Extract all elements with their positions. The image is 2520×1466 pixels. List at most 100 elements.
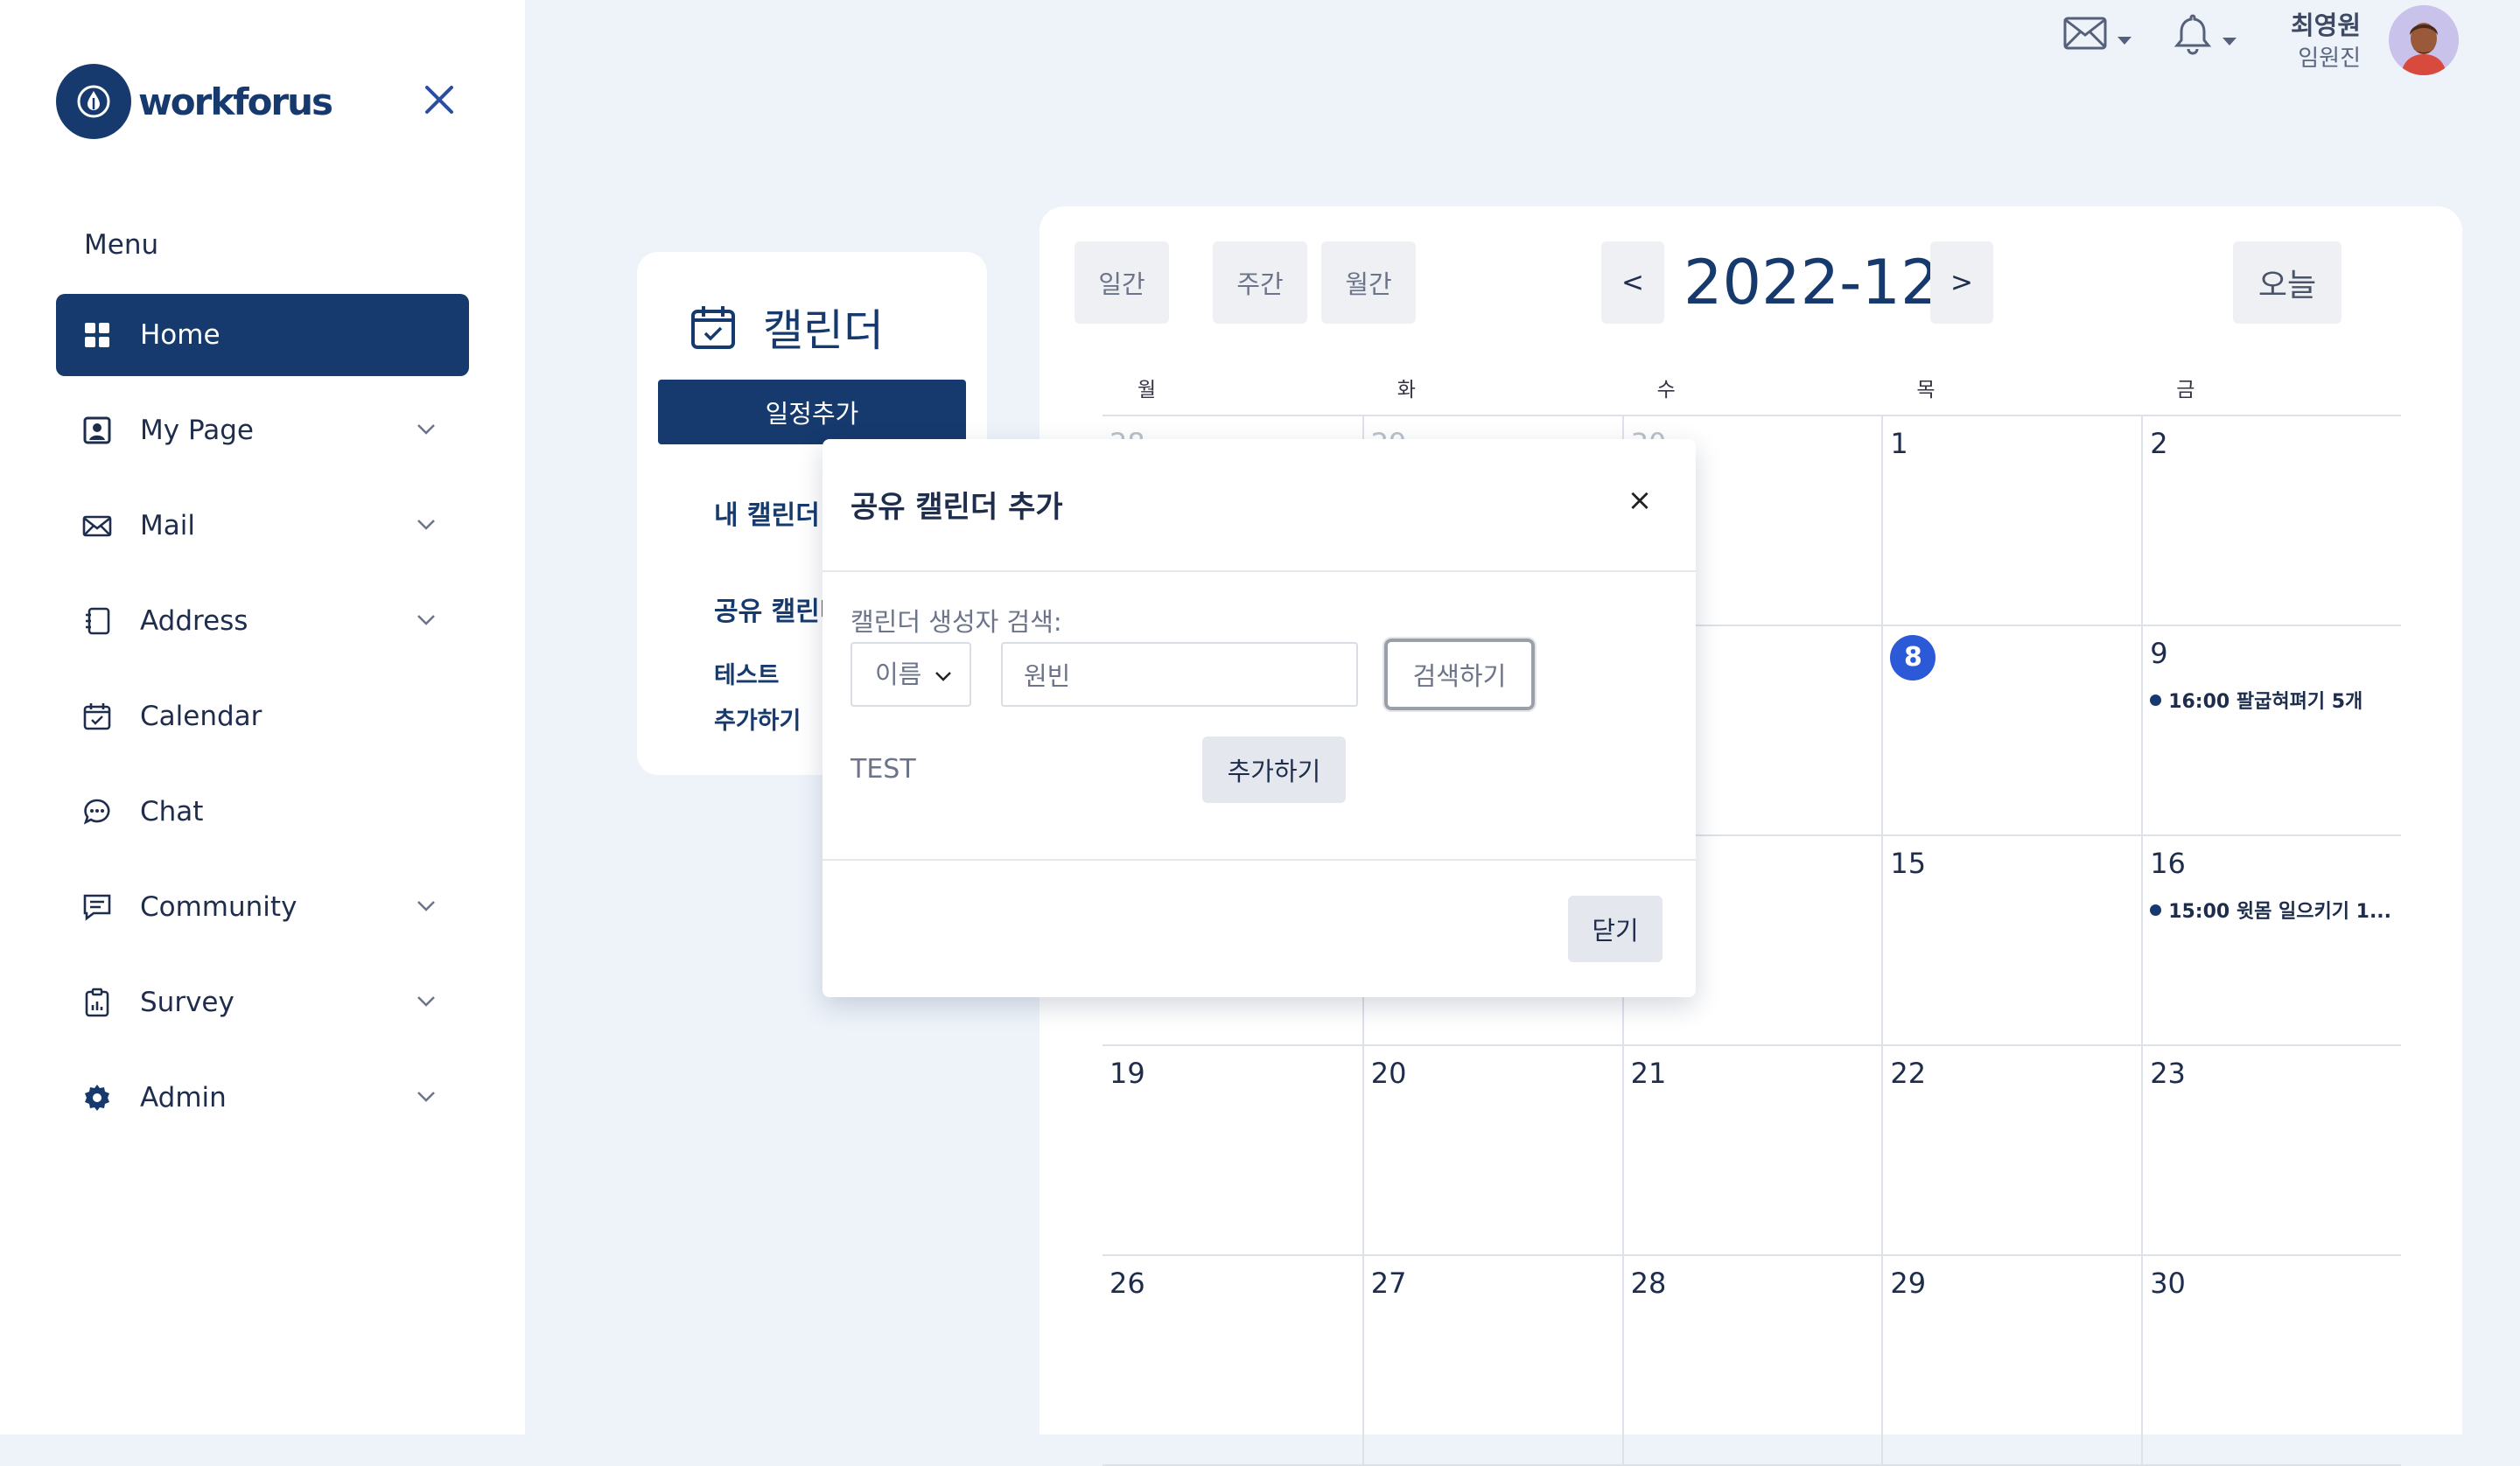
mail-icon bbox=[2063, 17, 2107, 50]
add-shared-calendar-modal: 공유 캘린더 추가 × 캘린더 생성자 검색: 이름 검색하기 TEST 추가하… bbox=[822, 439, 1696, 997]
day-number: 8 bbox=[1890, 635, 1936, 681]
divider bbox=[822, 570, 1696, 572]
chevron-down-icon bbox=[415, 1085, 438, 1107]
calendar-week: 26 27 28 29 30 bbox=[1102, 1256, 2401, 1466]
sidebar-item-community[interactable]: Community bbox=[56, 866, 469, 948]
day-number: 26 bbox=[1110, 1267, 1145, 1300]
calendar-day[interactable]: 1 bbox=[1881, 416, 2141, 625]
sidebar-item-home[interactable]: Home bbox=[56, 294, 469, 376]
sidebar-item-label: Mail bbox=[140, 510, 195, 541]
calendar-day[interactable]: 30 bbox=[2141, 1256, 2401, 1464]
calendar-day[interactable]: 8 bbox=[1881, 626, 2141, 834]
sidebar-item-mail[interactable]: Mail bbox=[56, 485, 469, 567]
sidebar-nav: Home My Page Mail Address Calendar Chat … bbox=[56, 294, 469, 1152]
divider bbox=[822, 859, 1696, 861]
calendar-day[interactable]: 28 bbox=[1621, 1256, 1882, 1464]
shared-calendar-item[interactable]: 테스트 bbox=[714, 656, 780, 690]
calendar-day[interactable]: 21 bbox=[1621, 1046, 1882, 1254]
logo[interactable]: workforus bbox=[56, 64, 333, 139]
search-result-name: TEST bbox=[850, 754, 916, 785]
sidebar-item-label: Calendar bbox=[140, 701, 262, 732]
profile-icon bbox=[82, 415, 112, 445]
next-month-button[interactable]: > bbox=[1930, 241, 1993, 324]
calendar-day[interactable]: 26 bbox=[1102, 1256, 1362, 1464]
calendar-day[interactable]: 9 16:00 팔굽혀펴기 5개 bbox=[2141, 626, 2401, 834]
prev-month-button[interactable]: < bbox=[1601, 241, 1664, 324]
sidebar-item-label: Community bbox=[140, 891, 298, 923]
add-event-button[interactable]: 일정추가 bbox=[658, 380, 966, 444]
sidebar-item-label: Survey bbox=[140, 987, 234, 1018]
calendar-panel-title: 캘린더 bbox=[763, 305, 884, 356]
chevron-down-icon bbox=[415, 417, 438, 440]
view-week-button[interactable]: 주간 bbox=[1213, 241, 1307, 324]
sidebar-item-label: Address bbox=[140, 605, 248, 637]
bell-icon bbox=[2174, 14, 2212, 55]
calendar-day[interactable]: 22 bbox=[1881, 1046, 2141, 1254]
day-number: 21 bbox=[1630, 1057, 1667, 1090]
event-text: 16:00 팔굽혀펴기 5개 bbox=[2168, 691, 2363, 713]
view-month-button[interactable]: 월간 bbox=[1321, 241, 1416, 324]
calendar-day[interactable]: 27 bbox=[1362, 1256, 1622, 1464]
sidebar-item-chat[interactable]: Chat bbox=[56, 771, 469, 853]
view-day-button[interactable]: 일간 bbox=[1074, 241, 1169, 324]
calendar-event[interactable]: 15:00 윗몸 일으키기 1... bbox=[2150, 896, 2401, 924]
chat-icon bbox=[82, 797, 112, 827]
my-calendar-heading[interactable]: 내 캘린더 bbox=[714, 493, 820, 532]
user-name: 최영원 bbox=[2290, 10, 2361, 40]
sidebar-item-label: Home bbox=[140, 319, 220, 351]
search-input[interactable] bbox=[1001, 642, 1358, 707]
day-number: 27 bbox=[1370, 1267, 1407, 1300]
add-shared-calendar-link[interactable]: 추가하기 bbox=[714, 702, 801, 736]
shared-calendar-heading[interactable]: 공유 캘린더 bbox=[714, 590, 835, 628]
sidebar-item-admin[interactable]: Admin bbox=[56, 1057, 469, 1139]
event-dot-icon bbox=[2150, 904, 2162, 916]
modal-close-button[interactable]: 닫기 bbox=[1568, 896, 1662, 962]
calendar-week: 19 20 21 22 23 bbox=[1102, 1046, 2401, 1256]
weekday-label: 목 bbox=[1916, 379, 1936, 401]
sidebar-item-survey[interactable]: Survey bbox=[56, 961, 469, 1044]
user-role: 임원진 bbox=[2298, 45, 2361, 72]
day-number: 16 bbox=[2150, 847, 2186, 880]
month-title: 2022-12 bbox=[1684, 247, 1940, 318]
sidebar-item-label: Chat bbox=[140, 796, 204, 827]
today-button[interactable]: 오늘 bbox=[2233, 241, 2342, 324]
modal-title: 공유 캘린더 추가 bbox=[850, 490, 1063, 525]
calendar-day[interactable]: 23 bbox=[2141, 1046, 2401, 1254]
calendar-icon bbox=[691, 306, 735, 349]
calendar-day[interactable]: 16 15:00 윗몸 일으키기 1... bbox=[2141, 836, 2401, 1044]
day-number: 29 bbox=[1890, 1267, 1927, 1300]
calendar-day[interactable]: 29 bbox=[1881, 1256, 2141, 1464]
sidebar-item-address[interactable]: Address bbox=[56, 580, 469, 662]
calendar-day[interactable]: 15 bbox=[1881, 836, 2141, 1044]
chevron-down-icon bbox=[415, 989, 438, 1012]
sidebar-item-label: Admin bbox=[140, 1082, 227, 1113]
avatar[interactable] bbox=[2389, 5, 2459, 75]
day-number: 30 bbox=[2150, 1267, 2186, 1300]
search-button[interactable]: 검색하기 bbox=[1382, 637, 1536, 712]
header-notification-menu[interactable] bbox=[2174, 12, 2236, 56]
calendar-day[interactable]: 19 bbox=[1102, 1046, 1362, 1254]
day-number: 23 bbox=[2150, 1057, 2186, 1090]
calendar-event[interactable]: 16:00 팔굽혀펴기 5개 bbox=[2150, 686, 2401, 714]
sidebar-item-my-page[interactable]: My Page bbox=[56, 389, 469, 471]
search-type-value: 이름 bbox=[875, 660, 922, 689]
grid-icon bbox=[82, 320, 112, 350]
survey-icon bbox=[82, 988, 112, 1017]
weekday-label: 화 bbox=[1396, 379, 1416, 401]
close-icon[interactable]: × bbox=[1620, 481, 1659, 520]
header-mail-menu[interactable] bbox=[2063, 16, 2132, 51]
close-sidebar-icon[interactable] bbox=[420, 80, 458, 119]
chevron-down-icon bbox=[415, 513, 438, 535]
chevron-down-icon bbox=[2118, 36, 2132, 45]
sidebar-item-calendar[interactable]: Calendar bbox=[56, 675, 469, 757]
day-number: 19 bbox=[1110, 1057, 1145, 1090]
chevron-down-icon bbox=[415, 894, 438, 917]
calendar-day[interactable]: 2 bbox=[2141, 416, 2401, 625]
day-number: 2 bbox=[2150, 427, 2168, 460]
weekday-label: 월 bbox=[1138, 379, 1157, 401]
calendar-day[interactable]: 20 bbox=[1362, 1046, 1622, 1254]
sidebar-item-label: My Page bbox=[140, 415, 254, 446]
mail-icon bbox=[82, 511, 112, 541]
add-result-button[interactable]: 추가하기 bbox=[1202, 736, 1346, 803]
search-type-select[interactable]: 이름 bbox=[850, 642, 971, 707]
